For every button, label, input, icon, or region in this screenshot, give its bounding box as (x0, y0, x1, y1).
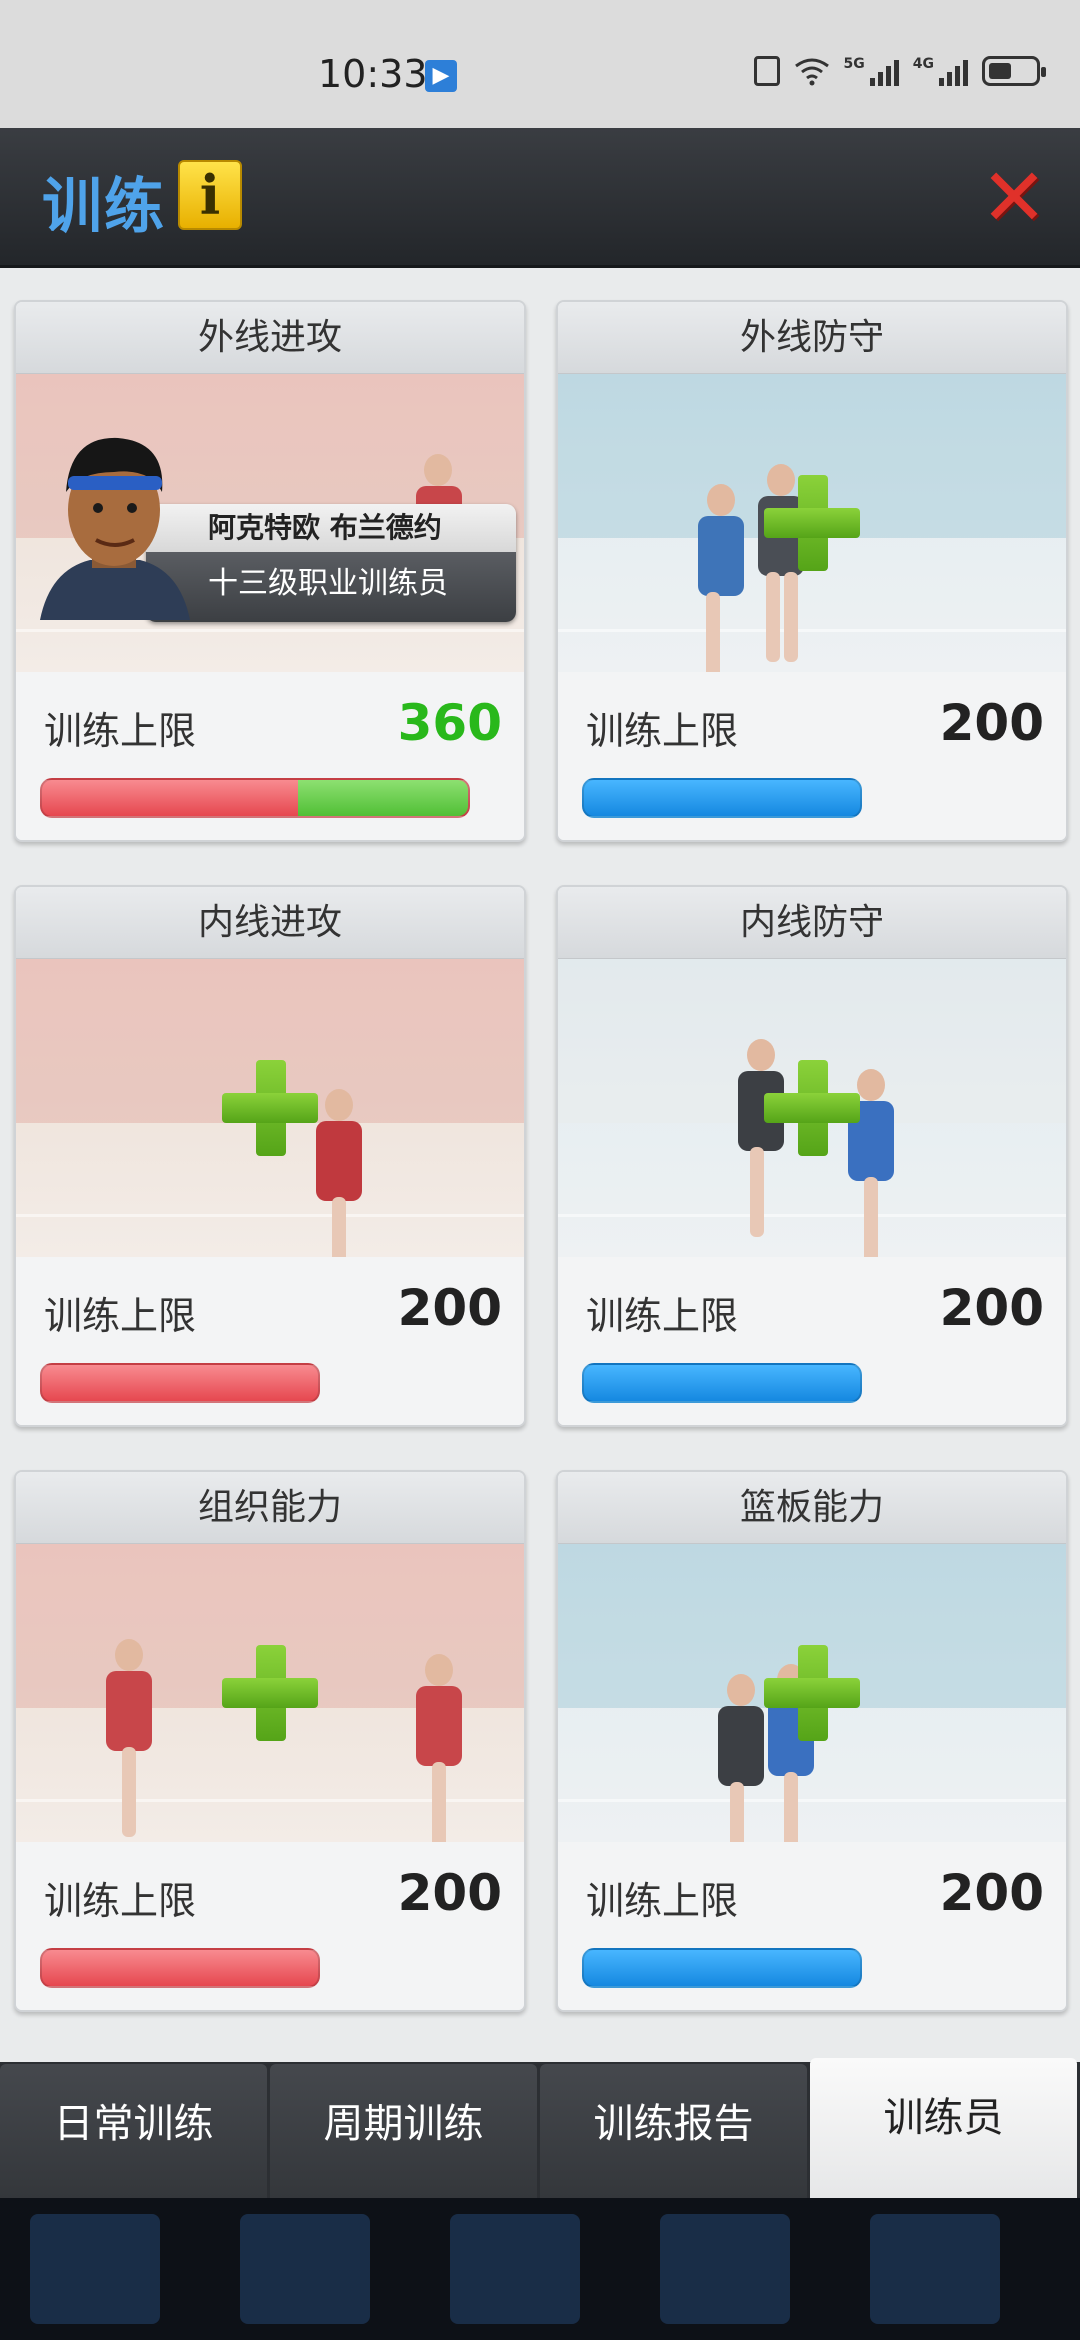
vibrate-icon (753, 56, 780, 86)
limit-value: 200 (939, 694, 1044, 752)
training-card-rebounding[interactable]: 篮板能力 训练上限 200 (556, 1470, 1068, 2012)
tab-training-report[interactable]: 训练报告 (540, 2064, 807, 2198)
progress-bar (582, 778, 862, 818)
training-card-inside-defense[interactable]: 内线防守 训练上限 200 (556, 885, 1068, 1427)
status-time: 10:33 (318, 52, 428, 96)
training-card-outside-offense[interactable]: 外线进攻 阿克特欧 布兰德约 十三级职业训练员 训练上限 360 (14, 300, 526, 842)
limit-value: 200 (939, 1279, 1044, 1337)
signal-5g-icon: 5G (844, 56, 899, 86)
limit-label: 训练上限 (586, 1294, 739, 1338)
card-title: 组织能力 (16, 1472, 524, 1544)
card-image: 阿克特欧 布兰德约 十三级职业训练员 (16, 374, 524, 672)
coach-level: 十三级职业训练员 (146, 552, 516, 622)
add-plus-icon[interactable] (222, 1060, 318, 1156)
dock-item (870, 2214, 1000, 2324)
app-notification-icon: ▶ (425, 60, 457, 92)
add-plus-icon[interactable] (222, 1645, 318, 1741)
add-plus-icon[interactable] (764, 1645, 860, 1741)
info-button[interactable]: i (178, 160, 242, 230)
dock-item (30, 2214, 160, 2324)
progress-bar (40, 1948, 320, 1988)
card-footer: 训练上限 360 (16, 672, 524, 840)
progress-bar (40, 778, 470, 818)
dock-item (240, 2214, 370, 2324)
page-title: 训练 (42, 172, 166, 242)
limit-value: 360 (397, 694, 502, 752)
card-title: 内线防守 (558, 887, 1066, 959)
card-title: 内线进攻 (16, 887, 524, 959)
card-footer: 训练上限 200 (558, 1842, 1066, 2010)
card-footer: 训练上限 200 (558, 1257, 1066, 1425)
training-card-playmaking[interactable]: 组织能力 训练上限 200 (14, 1470, 526, 2012)
status-icons: 5G 4G (753, 56, 1046, 86)
card-image (558, 374, 1066, 672)
close-button[interactable]: ✕ (978, 158, 1050, 238)
progress-bar (40, 1363, 320, 1403)
card-title: 外线防守 (558, 302, 1066, 374)
card-image (16, 959, 524, 1257)
training-header: 训练 i ✕ (0, 128, 1080, 268)
status-bar: 10:33 ▶ 5G 4G (0, 0, 1080, 128)
card-image (558, 1544, 1066, 1842)
limit-value: 200 (397, 1864, 502, 1922)
limit-label: 训练上限 (44, 1879, 197, 1923)
limit-label: 训练上限 (44, 1294, 197, 1338)
background-dock (0, 2198, 1080, 2340)
card-image (16, 1544, 524, 1842)
card-footer: 训练上限 200 (16, 1257, 524, 1425)
limit-label: 训练上限 (586, 1879, 739, 1923)
limit-label: 训练上限 (586, 709, 739, 753)
progress-bar (582, 1948, 862, 1988)
limit-value: 200 (397, 1279, 502, 1337)
wifi-icon (794, 58, 829, 86)
coach-banner[interactable]: 阿克特欧 布兰德约 十三级职业训练员 (146, 504, 516, 622)
card-title: 篮板能力 (558, 1472, 1066, 1544)
card-footer: 训练上限 200 (16, 1842, 524, 2010)
dock-item (450, 2214, 580, 2324)
tab-daily-training[interactable]: 日常训练 (0, 2064, 267, 2198)
progress-bar (582, 1363, 862, 1403)
card-title: 外线进攻 (16, 302, 524, 374)
bottom-tab-bar: 日常训练 周期训练 训练报告 训练员 (0, 2058, 1080, 2198)
coach-name: 阿克特欧 布兰德约 (146, 504, 516, 552)
coach-avatar (40, 437, 190, 620)
tab-periodic-training[interactable]: 周期训练 (270, 2064, 537, 2198)
progress-bar-green-segment (297, 780, 468, 816)
dock-item (660, 2214, 790, 2324)
training-card-outside-defense[interactable]: 外线防守 训练上限 200 (556, 300, 1068, 842)
add-plus-icon[interactable] (764, 475, 860, 571)
card-footer: 训练上限 200 (558, 672, 1066, 840)
limit-value: 200 (939, 1864, 1044, 1922)
add-plus-icon[interactable] (764, 1060, 860, 1156)
limit-label: 训练上限 (44, 709, 197, 753)
signal-4g-icon: 4G (913, 56, 968, 86)
battery-icon (982, 56, 1046, 86)
training-card-inside-offense[interactable]: 内线进攻 训练上限 200 (14, 885, 526, 1427)
tab-trainer[interactable]: 训练员 (810, 2058, 1077, 2198)
card-image (558, 959, 1066, 1257)
